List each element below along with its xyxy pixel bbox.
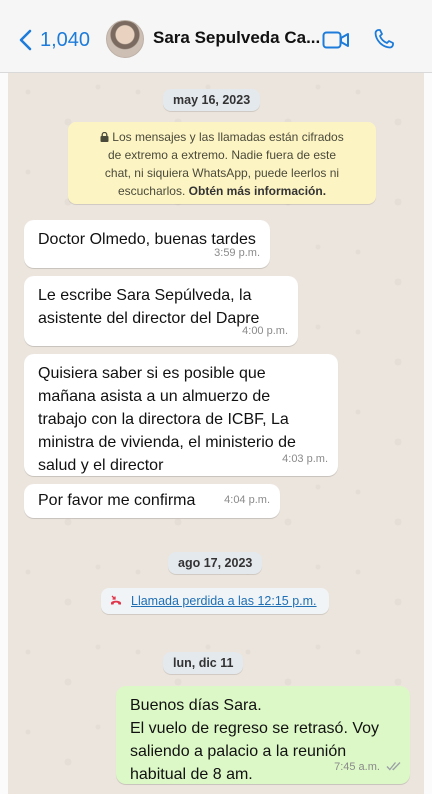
unread-count: 1,040	[40, 28, 91, 51]
missed-call-text: Llamada perdida a las 12:15 p.m.	[131, 594, 317, 608]
encryption-text-1: Los mensajes y las llamadas están cifrad…	[112, 130, 344, 144]
encryption-line-3: chat, ni siquiera WhatsApp, puede leerlo…	[104, 166, 340, 180]
message-line: trabajo con la directora de ICBF, La	[38, 411, 289, 428]
phone-icon[interactable]	[372, 27, 396, 51]
missed-call-icon	[111, 595, 121, 605]
video-call-icon[interactable]	[322, 30, 350, 50]
message-text: Le escribe Sara Sepúlveda, la asistente …	[38, 284, 259, 330]
encryption-line-2: de extremo a extremo. Nadie fuera de est…	[107, 148, 337, 162]
message-time: 4:04 p.m.	[224, 494, 270, 506]
back-button[interactable]: 1,040	[18, 26, 90, 54]
date-separator: ago 17, 2023	[168, 552, 263, 574]
message-line: Le escribe Sara Sepúlveda, la	[38, 287, 252, 304]
whatsapp-chat-screen: 1,040 Sara Sepulveda Ca... may 16, 2023 …	[0, 0, 432, 794]
message-line: ministra de vivienda, el ministerio de	[38, 434, 296, 451]
message-time: 3:59 p.m.	[214, 247, 260, 259]
learn-more-link[interactable]: Obtén más información.	[189, 184, 326, 198]
lock-icon	[100, 132, 109, 142]
message-line: Quisiera saber si es posible que	[38, 365, 266, 382]
message-time: 7:45 a.m.	[334, 761, 380, 773]
message-time: 4:00 p.m.	[242, 325, 288, 337]
message-line: mañana asista a un almuerzo de	[38, 388, 271, 405]
right-margin	[424, 72, 432, 794]
date-separator: lun, dic 11	[163, 652, 244, 674]
message-bubble[interactable]: Por favor me confirma 4:04 p.m.	[24, 484, 280, 518]
message-bubble[interactable]: Le escribe Sara Sepúlveda, la asistente …	[24, 276, 298, 346]
left-margin	[0, 72, 8, 794]
message-time: 4:03 p.m.	[282, 453, 328, 465]
outgoing-message-bubble[interactable]: Buenos días Sara. El vuelo de regreso se…	[116, 686, 410, 784]
message-line: El vuelo de regreso se retrasó. Voy	[130, 720, 380, 737]
back-chevron-icon	[19, 29, 32, 51]
missed-call-notice[interactable]: Llamada perdida a las 12:15 p.m.	[101, 588, 329, 614]
read-ticks-icon	[386, 762, 401, 771]
message-bubble[interactable]: Quisiera saber si es posible que mañana …	[24, 354, 338, 476]
encryption-line-1: Los mensajes y las llamadas están cifrad…	[68, 128, 376, 146]
message-time-container: 7:45 a.m.	[334, 756, 402, 779]
encryption-text-4: escucharlos.	[117, 184, 186, 198]
message-line: asistente del director del Dapre	[38, 310, 260, 327]
message-text: Por favor me confirma	[38, 492, 196, 509]
encryption-notice[interactable]: Los mensajes y las llamadas están cifrad…	[68, 122, 376, 204]
message-line: salud y el director	[38, 457, 164, 474]
chat-header: 1,040 Sara Sepulveda Ca...	[0, 0, 432, 73]
encryption-line-4: escucharlos. Obtén más información.	[68, 182, 376, 200]
avatar[interactable]	[106, 20, 144, 58]
contact-name[interactable]: Sara Sepulveda Ca...	[153, 28, 320, 48]
message-text: Quisiera saber si es posible que mañana …	[38, 362, 296, 477]
date-separator: may 16, 2023	[163, 89, 261, 111]
message-line: Buenos días Sara.	[130, 697, 262, 714]
message-bubble[interactable]: Doctor Olmedo, buenas tardes 3:59 p.m.	[24, 220, 270, 268]
